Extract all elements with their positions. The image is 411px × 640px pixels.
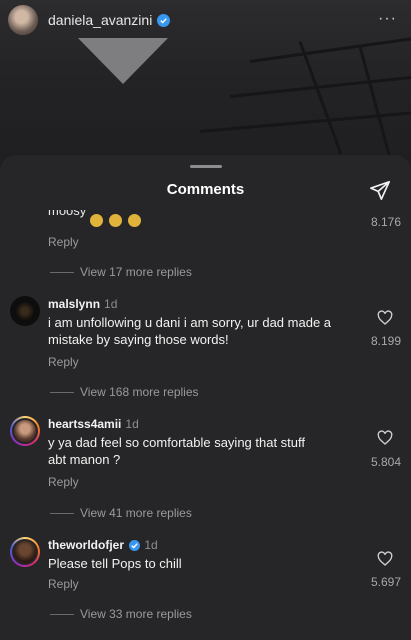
like-count: 5.804 xyxy=(370,455,401,469)
view-replies-button[interactable]: View 168 more replies xyxy=(50,385,199,399)
post-header: daniela_avanzini ··· xyxy=(0,0,411,40)
heart-outline-icon[interactable] xyxy=(377,551,393,567)
drag-handle[interactable] xyxy=(190,165,222,168)
heart-outline-icon[interactable] xyxy=(377,310,393,326)
view-replies-button[interactable]: View 33 more replies xyxy=(50,607,192,621)
comment-text: Please tell Pops to chill xyxy=(48,556,182,571)
ceiling-beam xyxy=(358,46,393,163)
like-count: 8.176 xyxy=(370,215,401,229)
emoji-icon xyxy=(109,214,122,228)
emoji-icon xyxy=(90,214,103,228)
heart-outline-icon[interactable] xyxy=(377,430,393,446)
comment-text: y ya dad feel so comfortable saying that… xyxy=(48,435,306,467)
reply-button[interactable]: Reply xyxy=(48,577,79,591)
comment-username[interactable]: heartss4amii 1d xyxy=(48,417,139,431)
verified-badge-icon xyxy=(157,13,171,27)
view-replies-button[interactable]: View 41 more replies xyxy=(50,506,192,520)
post-username[interactable]: daniela_avanzini xyxy=(48,12,152,28)
sheet-title: Comments xyxy=(166,181,245,198)
avatar[interactable] xyxy=(8,5,38,35)
paper-plane-icon[interactable] xyxy=(369,179,391,201)
emoji-row xyxy=(90,212,147,228)
verified-badge-icon xyxy=(129,540,141,552)
view-replies-button[interactable]: View 17 more replies xyxy=(50,265,192,279)
ceiling-beam xyxy=(298,40,343,155)
reply-button[interactable]: Reply xyxy=(48,355,79,369)
comment-text: i am unfollowing u dani i am sorry, ur d… xyxy=(48,315,332,347)
comment-username[interactable]: theworldofjer 1d xyxy=(48,538,158,552)
ceiling-light xyxy=(78,38,168,84)
avatar[interactable] xyxy=(10,416,40,446)
emoji-icon xyxy=(128,214,141,228)
comment-username[interactable]: malslynn 1d xyxy=(48,297,117,311)
avatar[interactable] xyxy=(10,296,40,326)
ellipsis-icon[interactable]: ··· xyxy=(378,10,397,28)
comment-list[interactable]: moosy 8.176 Reply View 17 more replies m… xyxy=(0,210,411,640)
reply-button[interactable]: Reply xyxy=(48,475,79,489)
like-count: 8.199 xyxy=(370,334,401,348)
reply-button[interactable]: Reply xyxy=(48,235,79,249)
like-count: 5.697 xyxy=(370,575,401,589)
comments-sheet: Comments moosy 8.176 Reply View 17 more … xyxy=(0,155,411,640)
avatar[interactable] xyxy=(10,537,40,567)
